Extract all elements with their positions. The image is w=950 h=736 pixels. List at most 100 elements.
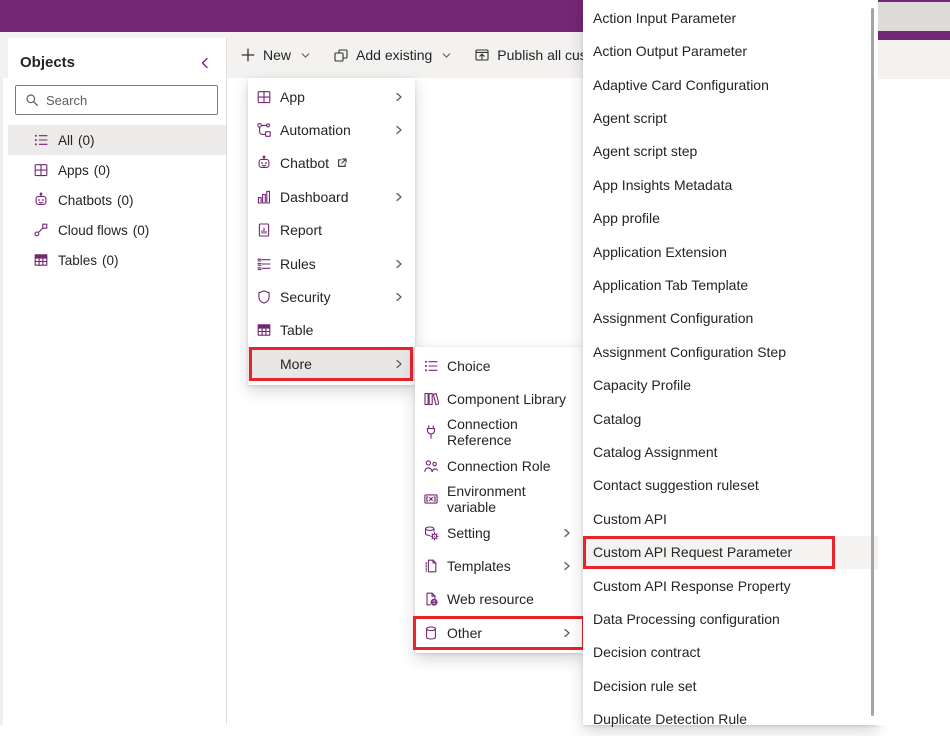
menu-item-label: Report bbox=[280, 222, 323, 239]
chevron-right-icon bbox=[393, 191, 405, 203]
sidebar-item-label: Cloud flows bbox=[58, 222, 128, 238]
menu-item-decision-rule-set[interactable]: Decision rule set bbox=[583, 669, 878, 702]
menu-item-connection-role[interactable]: Connection Role bbox=[415, 449, 583, 482]
sidebar-item-apps[interactable]: Apps (0) bbox=[8, 155, 226, 185]
connection-role-icon bbox=[423, 458, 440, 474]
objects-sidebar: Objects All(0)Apps(0)Chatbots(0)Cloud fl… bbox=[8, 38, 227, 725]
menu-item-chatbot[interactable]: Chatbot bbox=[248, 147, 415, 180]
menu-item-choice[interactable]: Choice bbox=[415, 349, 583, 382]
decorative-light-gray-block bbox=[878, 40, 950, 79]
menu-item-more[interactable]: More bbox=[248, 347, 415, 381]
menu-item-label: Security bbox=[280, 289, 331, 306]
menu-item-capacity-profile[interactable]: Capacity Profile bbox=[583, 368, 878, 401]
menu-item-data-processing-configuration[interactable]: Data Processing configuration bbox=[583, 602, 878, 635]
menu-item-templates[interactable]: Templates bbox=[415, 549, 583, 582]
menu-item-application-tab-template[interactable]: Application Tab Template bbox=[583, 268, 878, 301]
sidebar-item-chatbots[interactable]: Chatbots (0) bbox=[8, 185, 226, 215]
report-icon bbox=[256, 222, 273, 238]
dashboard-icon bbox=[256, 189, 273, 205]
menu-item-label: Connection Reference bbox=[447, 416, 518, 449]
menu-item-table[interactable]: Table bbox=[248, 314, 415, 347]
templates-icon bbox=[423, 558, 440, 574]
menu-item-other[interactable]: Other bbox=[413, 616, 585, 650]
sidebar-item-label: Tables bbox=[58, 252, 98, 268]
menu-item-security[interactable]: Security bbox=[248, 280, 415, 313]
menu-item-custom-api-request-parameter[interactable]: Custom API Request Parameter bbox=[583, 535, 878, 570]
menu-item-label: Web resource bbox=[447, 591, 534, 608]
search-input[interactable] bbox=[15, 85, 218, 115]
new-button[interactable]: New bbox=[240, 47, 311, 63]
menu-item-automation[interactable]: Automation bbox=[248, 113, 415, 146]
table-icon bbox=[256, 322, 273, 338]
decorative-gray-block bbox=[878, 2, 950, 31]
web-resource-icon bbox=[423, 591, 440, 607]
menu-item-dashboard[interactable]: Dashboard bbox=[248, 180, 415, 213]
chevron-right-icon bbox=[561, 560, 573, 572]
menu-item-label: Connection Role bbox=[447, 457, 551, 474]
menu-item-label: App bbox=[280, 88, 305, 105]
sidebar-nav-list: All (0) Apps (0) Chatbots (0) Cloud flows (0) Ta… bbox=[8, 125, 226, 275]
chevron-right-icon bbox=[393, 91, 405, 103]
menu-item-label: Automation bbox=[280, 122, 351, 139]
no-icon bbox=[256, 356, 273, 372]
menu-item-label: Component Library bbox=[447, 391, 567, 408]
sidebar-item-count: (0) bbox=[132, 222, 150, 238]
add-existing-button[interactable]: Add existing bbox=[333, 47, 452, 63]
sidebar-item-all[interactable]: All (0) bbox=[8, 125, 226, 155]
menu-item-connection-reference[interactable]: Connection Reference bbox=[415, 416, 583, 449]
app-icon bbox=[256, 89, 273, 105]
menu-item-rules[interactable]: Rules bbox=[248, 247, 415, 280]
menu-item-setting[interactable]: Setting bbox=[415, 516, 583, 549]
sidebar-item-cloud-flows[interactable]: Cloud flows (0) bbox=[8, 215, 226, 245]
menu-scrollbar[interactable] bbox=[871, 8, 874, 716]
setting-icon bbox=[423, 525, 440, 541]
menu-item-catalog-assignment[interactable]: Catalog Assignment bbox=[583, 435, 878, 468]
rules-icon bbox=[256, 256, 273, 272]
sidebar-item-label: Chatbots bbox=[58, 192, 113, 208]
menu-item-contact-suggestion-ruleset[interactable]: Contact suggestion ruleset bbox=[583, 469, 878, 502]
menu-item-label: More bbox=[280, 355, 312, 372]
menu-item-adaptive-card-configuration[interactable]: Adaptive Card Configuration bbox=[583, 68, 878, 101]
more-submenu: Choice Component Library Connection Refere… bbox=[413, 347, 585, 653]
menu-item-app[interactable]: App bbox=[248, 80, 415, 113]
decorative-white-block bbox=[878, 79, 950, 725]
external-link-icon bbox=[336, 157, 348, 169]
menu-item-action-input-parameter[interactable]: Action Input Parameter bbox=[583, 1, 878, 34]
sidebar-header: Objects bbox=[8, 38, 226, 71]
menu-item-custom-api-response-property[interactable]: Custom API Response Property bbox=[583, 569, 878, 602]
collapse-pane-button[interactable] bbox=[198, 56, 212, 70]
sidebar-item-tables[interactable]: Tables (0) bbox=[8, 245, 226, 275]
menu-item-label: Setting bbox=[447, 524, 491, 541]
menu-item-decision-contract[interactable]: Decision contract bbox=[583, 636, 878, 669]
menu-item-app-profile[interactable]: App profile bbox=[583, 201, 878, 234]
other-submenu: Action Input Parameter Action Output Para… bbox=[583, 0, 878, 727]
sidebar-item-count: (0) bbox=[78, 132, 95, 148]
choice-icon bbox=[423, 358, 440, 374]
menu-item-application-extension[interactable]: Application Extension bbox=[583, 235, 878, 268]
menu-item-app-insights-metadata[interactable]: App Insights Metadata bbox=[583, 168, 878, 201]
page-left-gutter bbox=[0, 78, 3, 725]
cloud-flow-icon bbox=[33, 222, 49, 238]
menu-item-report[interactable]: Report bbox=[248, 214, 415, 247]
chevron-down-icon bbox=[300, 50, 311, 61]
menu-item-agent-script[interactable]: Agent script bbox=[583, 101, 878, 134]
menu-item-label: Choice bbox=[447, 357, 491, 374]
apps-icon bbox=[33, 162, 49, 178]
menu-item-agent-script-step[interactable]: Agent script step bbox=[583, 135, 878, 168]
menu-item-action-output-parameter[interactable]: Action Output Parameter bbox=[583, 34, 878, 67]
menu-item-catalog[interactable]: Catalog bbox=[583, 402, 878, 435]
menu-item-assignment-configuration-step[interactable]: Assignment Configuration Step bbox=[583, 335, 878, 368]
add-existing-button-label: Add existing bbox=[356, 47, 433, 63]
menu-item-label: Templates bbox=[447, 558, 511, 575]
menu-item-component-library[interactable]: Component Library bbox=[415, 382, 583, 415]
menu-item-assignment-configuration[interactable]: Assignment Configuration bbox=[583, 302, 878, 335]
menu-item-web-resource[interactable]: Web resource bbox=[415, 583, 583, 616]
menu-item-duplicate-detection-rule[interactable]: Duplicate Detection Rule bbox=[583, 703, 878, 736]
menu-item-label: Rules bbox=[280, 255, 316, 272]
chevron-right-icon bbox=[561, 627, 573, 639]
chevron-right-icon bbox=[393, 358, 405, 370]
menu-item-environment-variable[interactable]: Environment variable bbox=[415, 483, 583, 516]
menu-item-custom-api[interactable]: Custom API bbox=[583, 502, 878, 535]
menu-item-label: Environment variable bbox=[447, 483, 526, 516]
sidebar-search bbox=[15, 85, 218, 115]
